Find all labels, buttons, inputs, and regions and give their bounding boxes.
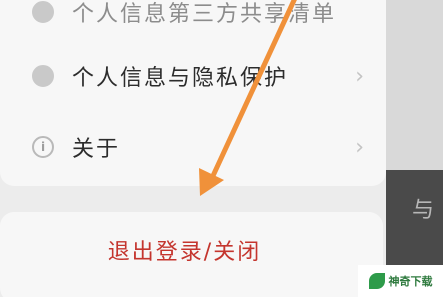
chevron-right-icon: › — [355, 64, 364, 89]
privacy-icon — [32, 65, 54, 87]
settings-item-label: 个人信息与隐私保护 — [72, 66, 289, 91]
watermark-text: 神奇下载 — [388, 275, 433, 288]
settings-item-third-party-sharing[interactable]: 个人信息第三方共享清单 — [20, 0, 370, 42]
watermark-logo-icon — [368, 273, 385, 289]
settings-item-privacy[interactable]: 个人信息与隐私保护 › — [20, 46, 370, 106]
settings-item-label: 关于 — [72, 137, 121, 162]
logout-button[interactable]: 退出登录/关闭 — [0, 212, 383, 297]
watermark: 神奇下载 — [358, 265, 443, 297]
info-icon: i — [32, 136, 54, 158]
logout-label: 退出登录/关闭 — [107, 240, 262, 265]
share-icon — [32, 1, 54, 23]
side-panel-peek-text: 与 — [412, 198, 435, 223]
screen: 与 个人信息第三方共享清单 个人信息与隐私保护 › i 关于 › 退出登录/关闭… — [0, 0, 443, 297]
settings-item-about[interactable]: i 关于 › — [20, 117, 370, 177]
side-panel: 与 — [386, 0, 443, 297]
chevron-right-icon: › — [355, 135, 364, 160]
settings-card: 个人信息第三方共享清单 个人信息与隐私保护 › i 关于 › — [0, 0, 386, 186]
side-panel-top — [386, 0, 443, 170]
settings-item-label: 个人信息第三方共享清单 — [72, 2, 337, 27]
